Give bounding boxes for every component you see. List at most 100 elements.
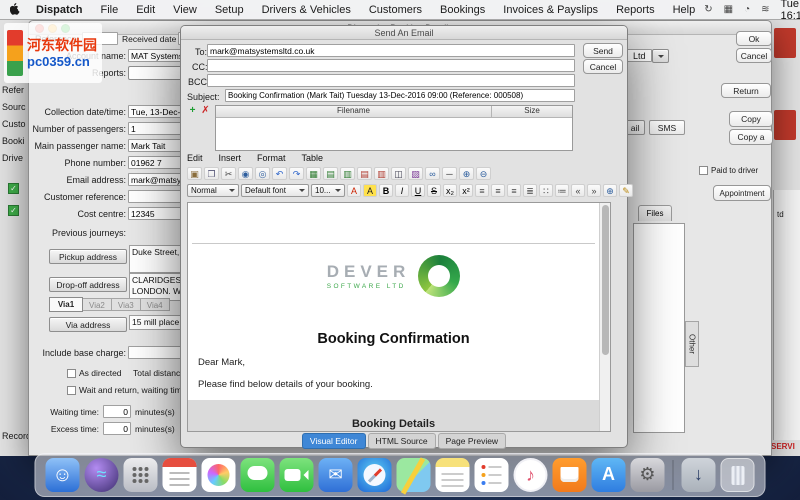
zoom-out-icon[interactable]: ⊖ (476, 167, 491, 180)
red-panel-fragment[interactable] (774, 28, 796, 58)
email-menu-edit[interactable]: Edit (187, 153, 203, 163)
undo-icon[interactable]: ↶ (272, 167, 287, 180)
menu-file[interactable]: File (91, 4, 127, 16)
bcc-input[interactable] (207, 74, 575, 87)
reminders-dock-icon[interactable] (474, 458, 509, 492)
underline-icon[interactable]: U (411, 184, 425, 197)
maps-dock-icon[interactable] (396, 458, 431, 492)
paste-icon[interactable]: ▣ (187, 167, 202, 180)
tab-page-preview[interactable]: Page Preview (437, 433, 507, 449)
safari-dock-icon[interactable] (357, 458, 392, 492)
menu-customers[interactable]: Customers (360, 4, 431, 16)
tab-html-source[interactable]: HTML Source (367, 433, 436, 449)
downloads-dock-icon[interactable] (672, 458, 716, 492)
menubar-clock[interactable]: Tue 16:13 (781, 0, 800, 22)
email-menu-table[interactable]: Table (302, 153, 324, 163)
appstore-dock-icon[interactable] (591, 458, 626, 492)
appointment-button[interactable]: Appointment (713, 185, 771, 201)
insert-column-icon[interactable]: ▥ (340, 167, 355, 180)
editor-scrollbar-thumb[interactable] (601, 205, 609, 355)
horizontal-rule-icon[interactable]: ─ (442, 167, 457, 180)
via-tab[interactable]: Via4 (140, 298, 170, 311)
attachments-list-panel[interactable] (633, 223, 685, 433)
via1-tab-selected[interactable]: Via1 (49, 297, 83, 312)
align-center-icon[interactable]: ≡ (491, 184, 505, 197)
menu-edit[interactable]: Edit (127, 4, 164, 16)
insert-row-icon[interactable]: ▤ (323, 167, 338, 180)
email-menu-format[interactable]: Format (257, 153, 286, 163)
calendar-dock-icon[interactable] (162, 458, 197, 492)
font-color-icon[interactable]: A (347, 184, 361, 197)
excess-time-input[interactable] (103, 422, 131, 435)
delete-row-icon[interactable]: ▤ (357, 167, 372, 180)
font-family-dropdown[interactable]: Default font (241, 184, 309, 197)
remove-attachment-icon[interactable]: ✗ (200, 106, 211, 117)
menu-help[interactable]: Help (664, 4, 705, 16)
email-cancel-button[interactable]: Cancel (583, 59, 623, 74)
insert-image-icon[interactable]: ▨ (408, 167, 423, 180)
delete-column-icon[interactable]: ▥ (374, 167, 389, 180)
to-input[interactable] (207, 44, 575, 57)
menu-view[interactable]: View (164, 4, 206, 16)
facetime-dock-icon[interactable] (279, 458, 314, 492)
insert-link-icon[interactable]: ∞ (425, 167, 440, 180)
email-body-editor[interactable]: DEVER SOFTWARE LTD Booking Confirmation … (187, 202, 611, 432)
insert-table-icon[interactable]: ▦ (306, 167, 321, 180)
bullet-list-icon[interactable]: ∷ (539, 184, 553, 197)
cut-icon[interactable]: ✂ (221, 167, 236, 180)
red-panel-fragment[interactable] (774, 110, 796, 140)
files-tab[interactable]: Files (638, 205, 672, 221)
redo-icon[interactable]: ↷ (289, 167, 304, 180)
strikethrough-icon[interactable]: S (427, 184, 441, 197)
editor-scrollbar[interactable] (599, 203, 610, 431)
itunes-dock-icon[interactable] (513, 458, 548, 492)
cancel-button[interactable]: Cancel (736, 48, 772, 63)
waiting-time-input[interactable] (103, 405, 131, 418)
photos-dock-icon[interactable] (201, 458, 236, 492)
account-dropdown-button[interactable] (652, 49, 669, 63)
justify-icon[interactable]: ≣ (523, 184, 537, 197)
preview-zoom-icon[interactable]: ⊕ (603, 184, 617, 197)
books-dock-icon[interactable] (552, 458, 587, 492)
dropoff-address-button[interactable]: Drop-off address (49, 277, 127, 292)
find-icon[interactable]: ◉ (238, 167, 253, 180)
mail-dock-icon[interactable] (318, 458, 353, 492)
copy-button[interactable]: Copy (729, 111, 773, 127)
merge-cells-icon[interactable]: ◫ (391, 167, 406, 180)
copy-icon[interactable]: ❐ (204, 167, 219, 180)
bold-icon[interactable]: B (379, 184, 393, 197)
pickup-address-button[interactable]: Pickup address (49, 249, 127, 264)
via-address-button[interactable]: Via address (49, 317, 127, 332)
paid-to-driver-checkbox[interactable] (699, 166, 708, 175)
sms-button[interactable]: SMS (649, 120, 685, 135)
send-button[interactable]: Send (583, 43, 623, 58)
menu-reports[interactable]: Reports (607, 4, 664, 16)
email-button-partial[interactable]: ail (625, 120, 645, 135)
align-left-icon[interactable]: ≡ (475, 184, 489, 197)
italic-icon[interactable]: I (395, 184, 409, 197)
email-dialog-titlebar[interactable]: Send An Email (181, 26, 627, 40)
edit-pencil-icon[interactable]: ✎ (619, 184, 633, 197)
tab-visual-editor[interactable]: Visual Editor (301, 433, 366, 449)
align-right-icon[interactable]: ≡ (507, 184, 521, 197)
as-directed-checkbox[interactable] (67, 369, 76, 378)
paragraph-style-dropdown[interactable]: Normal (187, 184, 239, 197)
numbered-list-icon[interactable]: ≔ (555, 184, 569, 197)
menu-bookings[interactable]: Bookings (431, 4, 494, 16)
launchpad-dock-icon[interactable] (123, 458, 158, 492)
wifi-status-icon[interactable]: ≋ (761, 4, 769, 15)
subject-input[interactable] (225, 89, 575, 102)
menu-drivers-vehicles[interactable]: Drivers & Vehicles (253, 4, 360, 16)
size-column-header[interactable]: Size (492, 106, 572, 117)
email-menu-insert[interactable]: Insert (219, 153, 242, 163)
trash-dock-icon[interactable] (720, 458, 755, 492)
checked-checkbox-icon[interactable]: ✓ (8, 205, 19, 216)
zoom-in-icon[interactable]: ⊕ (459, 167, 474, 180)
wait-and-return-checkbox[interactable] (67, 386, 76, 395)
cc-input[interactable] (207, 59, 575, 72)
indent-icon[interactable]: » (587, 184, 601, 197)
attachments-table[interactable]: Filename Size (215, 105, 573, 151)
subscript-icon[interactable]: x₂ (443, 184, 457, 197)
highlight-color-icon[interactable]: A (363, 184, 377, 197)
menu-invoices-payslips[interactable]: Invoices & Payslips (494, 4, 607, 16)
